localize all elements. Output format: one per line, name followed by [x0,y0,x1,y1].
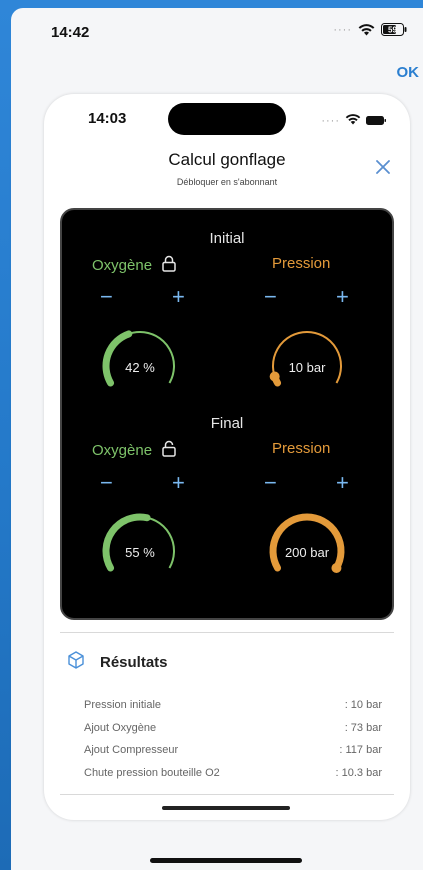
final-pressure-increase-button[interactable]: + [336,472,349,494]
unlock-icon [162,440,176,461]
close-icon[interactable] [374,158,392,176]
final-oxygen-value: 55 % [125,545,155,560]
lock-icon [162,255,176,276]
result-row: Ajout Oxygène : 73 bar [84,717,382,740]
ok-button[interactable]: OK [397,64,420,81]
final-pressure-gauge[interactable]: 200 bar [257,507,357,587]
result-label: Pression initiale [84,699,162,711]
final-pressure-label: Pression [272,440,331,457]
initial-oxygen-increase-button[interactable]: + [172,286,185,308]
inner-status-time: 14:03 [88,110,127,127]
initial-pressure-decrease-button[interactable]: − [264,286,277,308]
final-oxygen-decrease-button[interactable]: − [100,472,113,494]
divider [60,794,394,795]
final-oxygen-increase-button[interactable]: + [172,472,185,494]
result-row: Pression initiale : 10 bar [84,694,382,717]
result-row: Ajout Compresseur : 117 bar [84,739,382,762]
initial-pressure-label: Pression [272,255,331,272]
calculator-card: Initial Oxygène Pression − + − + 42 % 10… [60,208,394,620]
subscribe-unlock-link[interactable]: Débloquer en s'abonnant [44,177,410,187]
initial-pressure-gauge-track [272,330,342,384]
result-value: : 10 bar [344,699,382,711]
final-pressure-gauge-fill [269,513,345,572]
result-row: Chute pression bouteille O2 : 10.3 bar [84,762,382,785]
final-pressure-gauge-knob[interactable] [331,562,342,573]
results-title: Résultats [100,654,168,671]
initial-oxygen-decrease-button[interactable]: − [100,286,113,308]
outer-status-bar: 14:42 ···· 59 [11,8,423,56]
final-oxygen-gauge[interactable]: 55 % [90,507,190,587]
initial-pressure-gauge[interactable]: 10 bar [257,322,357,402]
result-value: : 73 bar [344,721,382,734]
signal-dots-icon: ···· [333,23,352,36]
home-indicator[interactable] [162,806,290,810]
wifi-icon [345,112,361,130]
initial-pressure-value: 10 bar [288,360,326,375]
initial-section-label: Initial [209,230,245,247]
result-value: : 117 bar [339,744,382,756]
result-label: Chute pression bouteille O2 [84,766,220,779]
final-oxygen-gauge-fill [102,513,151,572]
initial-oxygen-gauge-fill [102,330,133,387]
final-pressure-decrease-button[interactable]: − [264,472,277,494]
initial-oxygen-value: 42 % [125,360,155,375]
inflation-calculator-sheet: 14:03 ···· Calcul gonflage Débloquer en … [44,94,410,820]
inner-status-icons: ···· [321,112,386,130]
initial-oxygen-label: Oxygène [92,257,153,274]
signal-dots-icon: ···· [321,115,340,127]
outer-status-time: 14:42 [51,24,90,41]
cube-icon [66,650,86,675]
page-title: Calcul gonflage [168,150,286,169]
battery-icon [366,112,386,130]
final-oxygen-label: Oxygène [92,442,153,459]
initial-oxygen-header: Oxygène [92,255,176,276]
final-section-label: Final [210,415,244,432]
final-pressure-value: 200 bar [284,545,330,560]
results-header: Résultats [66,650,168,675]
wifi-icon [358,23,375,36]
dynamic-island [168,103,286,135]
final-oxygen-header: Oxygène [92,440,176,461]
result-value: : 10.3 bar [335,766,382,779]
battery-icon: 59 [381,23,407,36]
battery-level-text: 59 [388,26,397,35]
initial-oxygen-gauge[interactable]: 42 % [90,322,190,402]
result-label: Ajout Compresseur [84,744,179,756]
outer-status-icons: ···· 59 [333,23,407,36]
results-list: Pression initiale : 10 bar Ajout Oxygène… [84,694,382,784]
home-indicator[interactable] [150,858,302,863]
divider [60,632,394,633]
result-label: Ajout Oxygène [84,721,157,734]
initial-pressure-increase-button[interactable]: + [336,286,349,308]
